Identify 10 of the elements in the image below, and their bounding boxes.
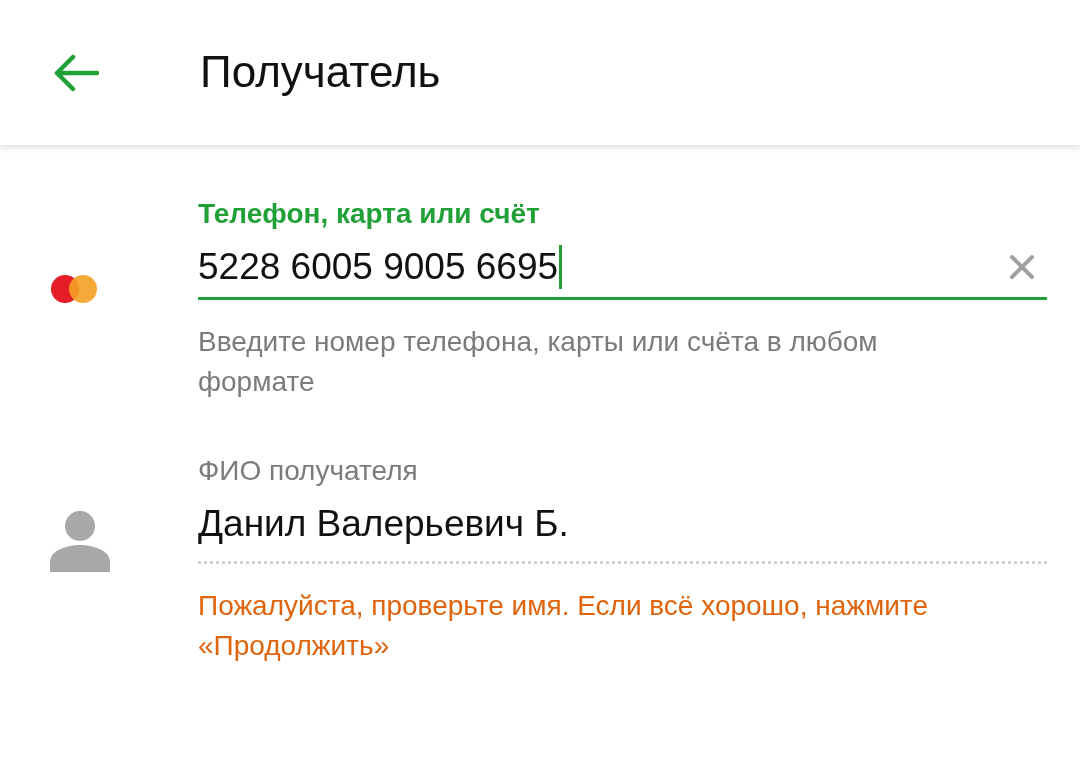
card-logo-icon [48, 273, 100, 305]
input-field[interactable]: Данил Валерьевич Б. [198, 502, 1047, 564]
field-label: ФИО получателя [198, 454, 419, 489]
close-icon [1009, 254, 1035, 281]
helper-text: Введите номер телефона, карты или счёта в любом формате [198, 325, 879, 400]
page-title: Получатель [200, 46, 441, 99]
person-icon [48, 510, 112, 573]
field-label: Телефон, карта или счёт [198, 197, 541, 231]
warning-text: Пожалуйста, проверьте имя. Если всё хорошо, нажмите «Продолжить» [198, 588, 929, 663]
input-field[interactable]: 5228 6005 9005 6695 [198, 245, 1047, 301]
